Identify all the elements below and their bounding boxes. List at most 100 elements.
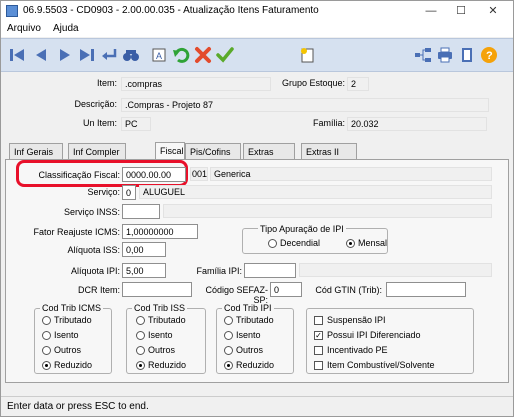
icms-reduzido[interactable]: Reduzido: [42, 360, 92, 370]
servico-inss-input[interactable]: [122, 204, 160, 219]
option-label: Tributado: [54, 315, 92, 325]
dcr-item-input[interactable]: [122, 282, 192, 297]
status-text: Enter data or press ESC to end.: [7, 401, 149, 412]
combustivel-checkbox[interactable]: Item Combustível/Solvente: [314, 360, 435, 370]
cancel-button[interactable]: [193, 45, 213, 65]
undo-button[interactable]: [171, 45, 191, 65]
document-a-icon: A: [152, 48, 166, 62]
minimize-button[interactable]: —: [417, 3, 445, 19]
aliquota-ipi-input[interactable]: 5,00: [122, 263, 166, 278]
item-field[interactable]: .compras: [121, 77, 271, 91]
familia-field[interactable]: 20.032: [347, 117, 487, 131]
classificacao-fiscal-input[interactable]: 0000.00.00: [122, 167, 186, 182]
first-record-button[interactable]: [7, 45, 27, 65]
iss-isento[interactable]: Isento: [136, 330, 173, 340]
previous-icon: [36, 49, 46, 61]
check-icon: [216, 47, 234, 63]
ipi-outros[interactable]: Outros: [224, 345, 263, 355]
last-record-icon: [80, 49, 94, 61]
next-icon: [60, 49, 70, 61]
un-item-field[interactable]: PC: [121, 117, 151, 131]
goto-button[interactable]: [99, 45, 119, 65]
help-icon: ?: [481, 47, 497, 63]
radio-circle-icon: [224, 345, 233, 355]
option-label: Tributado: [148, 315, 186, 325]
gtin-input[interactable]: [386, 282, 466, 297]
tab-inf-compler[interactable]: Inf Compler: [68, 143, 126, 160]
item-label: Item:: [96, 78, 117, 88]
suspensao-ipi-checkbox[interactable]: Suspensão IPI: [314, 315, 386, 325]
print-button[interactable]: [435, 45, 455, 65]
checkbox-checked-icon: ✓: [314, 330, 323, 340]
sefaz-input[interactable]: 0: [270, 282, 302, 297]
exit-button[interactable]: [457, 45, 477, 65]
radio-circle-icon: [42, 345, 51, 355]
maximize-button[interactable]: ☐: [447, 3, 475, 19]
last-record-button[interactable]: [77, 45, 97, 65]
sefaz-label: Código SEFAZ-SP:: [205, 285, 268, 305]
classificacao-fiscal-label: Classificação Fiscal:: [38, 170, 120, 180]
save-button[interactable]: [215, 45, 235, 65]
ipi-tributado[interactable]: Tributado: [224, 315, 274, 325]
tab-pis-cofins[interactable]: Pis/Cofins: [185, 143, 241, 160]
ipi-isento[interactable]: Isento: [224, 330, 261, 340]
tree-button[interactable]: [413, 45, 433, 65]
search-button[interactable]: [121, 45, 141, 65]
title-bar: 06.9.5503 - CD0903 - 2.00.00.035 - Atual…: [1, 1, 513, 21]
radio-circle-icon: [136, 345, 145, 355]
option-label: Tributado: [236, 315, 274, 325]
icms-tributado[interactable]: Tributado: [42, 315, 92, 325]
radio-circle-icon: [42, 330, 51, 340]
radio-circle-icon: [224, 330, 233, 340]
radio-mensal[interactable]: Mensal: [346, 238, 387, 248]
previous-record-button[interactable]: [31, 45, 51, 65]
icms-outros[interactable]: Outros: [42, 345, 81, 355]
iss-reduzido[interactable]: Reduzido: [136, 360, 186, 370]
tab-fiscal[interactable]: Fiscal: [155, 142, 185, 160]
ipi-reduzido[interactable]: Reduzido: [224, 360, 274, 370]
ipi-title: Cod Trib IPI: [222, 303, 274, 313]
aliquota-iss-label: Alíquota ISS:: [67, 245, 120, 255]
possui-label: Possui IPI Diferenciado: [327, 330, 421, 340]
printer-icon: [438, 47, 452, 63]
descricao-field[interactable]: .Compras - Projeto 87: [121, 98, 489, 112]
possui-ipi-checkbox[interactable]: ✓ Possui IPI Diferenciado: [314, 330, 421, 340]
help-button[interactable]: ?: [479, 45, 499, 65]
classificacao-desc: Generica: [210, 167, 492, 181]
edit-button[interactable]: A: [149, 45, 169, 65]
fator-reajuste-input[interactable]: 1,00000000: [122, 224, 198, 239]
checkbox-icon: [314, 345, 323, 355]
combustivel-label: Item Combustível/Solvente: [327, 360, 435, 370]
radio-circle-icon: [42, 315, 51, 325]
option-label: Isento: [148, 330, 173, 340]
next-record-button[interactable]: [55, 45, 75, 65]
incentivado-pe-checkbox[interactable]: Incentivado PE: [314, 345, 388, 355]
descricao-label: Descrição:: [74, 99, 117, 109]
checkbox-icon: [314, 360, 323, 370]
fiscal-panel: Classificação Fiscal: 0000.00.00 001 Gen…: [5, 159, 509, 383]
radio-selected-icon: [136, 360, 145, 370]
grupo-estoque-field[interactable]: 2: [347, 77, 369, 91]
classificacao-code: 001: [190, 167, 208, 181]
servico-input[interactable]: 0: [122, 185, 136, 200]
iss-outros[interactable]: Outros: [136, 345, 175, 355]
tab-inf-gerais[interactable]: Inf Gerais: [9, 143, 63, 160]
iss-title: Cod Trib ISS: [132, 303, 188, 313]
icms-isento[interactable]: Isento: [42, 330, 79, 340]
option-label: Outros: [236, 345, 264, 355]
iss-tributado[interactable]: Tributado: [136, 315, 186, 325]
menu-arquivo[interactable]: Arquivo: [7, 23, 41, 34]
servico-inss-label: Serviço INSS:: [63, 207, 120, 217]
option-label: Reduzido: [236, 360, 275, 370]
cancel-x-icon: [195, 47, 211, 63]
menu-ajuda[interactable]: Ajuda: [53, 23, 79, 34]
familia-label: Família:: [312, 118, 345, 128]
tab-extras[interactable]: Extras: [243, 143, 295, 160]
aliquota-iss-input[interactable]: 0,00: [122, 242, 166, 257]
new-document-button[interactable]: [297, 45, 317, 65]
tab-extras-ii[interactable]: Extras II: [301, 143, 357, 160]
close-button[interactable]: ✕: [479, 3, 507, 19]
familia-ipi-input[interactable]: [244, 263, 296, 278]
radio-decendial[interactable]: Decendial: [268, 238, 320, 248]
tipo-apuracao-title: Tipo Apuração de IPI: [258, 224, 346, 234]
